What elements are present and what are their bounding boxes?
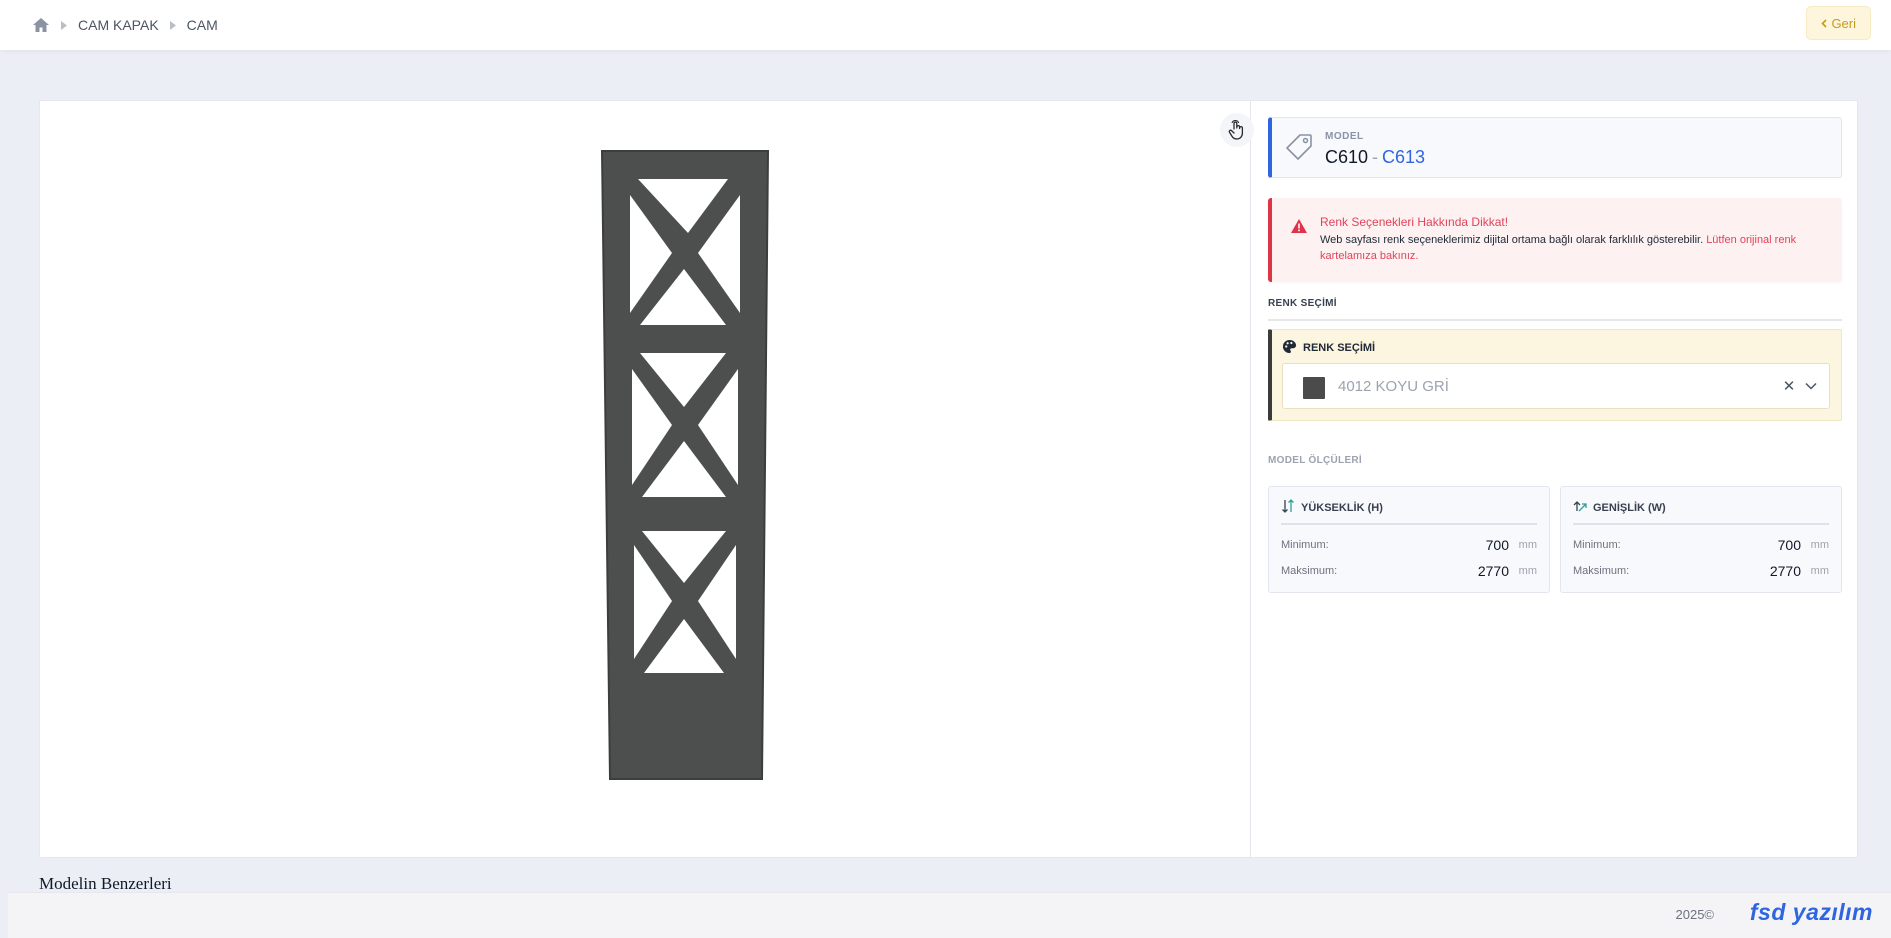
footer: 2025© fsd yazılım <box>8 892 1891 938</box>
width-arrows-icon <box>1573 499 1587 516</box>
tag-icon <box>1284 132 1314 162</box>
width-min-label: Minimum: <box>1573 539 1621 551</box>
model-card: MODEL C610- C613 Renk Seçenekleri Hakkınd… <box>39 100 1858 858</box>
brand-logo[interactable]: fsd yazılım <box>1750 899 1873 926</box>
breadcrumb-cam[interactable]: CAM <box>187 17 218 33</box>
footer-year: 2025© <box>1675 907 1715 922</box>
model-separator: - <box>1372 147 1379 167</box>
model-alt-code: C613 <box>1382 147 1426 167</box>
dimensions-row: YÜKSEKLİK (H) Minimum: 700 mm Maksimum: … <box>1268 486 1842 593</box>
height-min-label: Minimum: <box>1281 539 1329 551</box>
width-card: GENİŞLİK (W) Minimum: 700 mm Maksimum: 2… <box>1560 486 1842 593</box>
breadcrumb-cam-kapak[interactable]: CAM KAPAK <box>78 17 159 33</box>
height-min-row: Minimum: 700 mm <box>1281 537 1537 553</box>
color-warning-alert: Renk Seçenekleri Hakkında Dikkat! Web sa… <box>1268 198 1842 282</box>
width-min-row: Minimum: 700 mm <box>1573 537 1829 553</box>
chevron-right-icon <box>60 20 68 30</box>
dimensions-label: MODEL ÖLÇÜLERİ <box>1268 455 1363 466</box>
door-panel-image <box>600 150 770 780</box>
model-name: C610- C613 <box>1325 147 1425 168</box>
chevron-right-icon <box>169 20 177 30</box>
color-selection-title: RENK SEÇİMİ <box>1303 342 1376 354</box>
breadcrumb: CAM KAPAK CAM <box>32 16 218 34</box>
height-card: YÜKSEKLİK (H) Minimum: 700 mm Maksimum: … <box>1268 486 1550 593</box>
clear-icon[interactable]: ✕ <box>1780 376 1798 396</box>
color-section-label: RENK SEÇİMİ <box>1268 298 1842 321</box>
width-min-unit: mm <box>1810 539 1829 551</box>
height-min-value: 700 <box>1485 537 1509 553</box>
color-swatch <box>1303 377 1325 399</box>
height-max-value: 2770 <box>1477 563 1509 579</box>
model-code: C610 <box>1325 147 1369 167</box>
height-max-row: Maksimum: 2770 mm <box>1281 563 1537 579</box>
model-viewer[interactable] <box>40 101 1254 857</box>
back-button[interactable]: Geri <box>1806 6 1871 40</box>
height-title: YÜKSEKLİK (H) <box>1301 501 1383 514</box>
width-max-unit: mm <box>1810 565 1829 577</box>
home-icon[interactable] <box>32 16 50 34</box>
touch-hand-icon[interactable] <box>1220 113 1254 147</box>
warning-title: Renk Seçenekleri Hakkında Dikkat! <box>1320 215 1509 229</box>
width-title: GENİŞLİK (W) <box>1593 501 1666 514</box>
back-button-label: Geri <box>1831 15 1856 31</box>
palette-icon <box>1282 339 1297 357</box>
chevron-left-icon <box>1821 16 1828 31</box>
similar-models-title: Modelin Benzerleri <box>39 874 172 893</box>
color-select-dropdown[interactable]: 4012 KOYU GRİ ✕ <box>1282 363 1830 409</box>
width-max-value: 2770 <box>1769 563 1801 579</box>
height-header: YÜKSEKLİK (H) <box>1281 499 1537 525</box>
width-max-label: Maksimum: <box>1573 565 1630 577</box>
width-header: GENİŞLİK (W) <box>1573 499 1829 525</box>
height-max-unit: mm <box>1518 565 1537 577</box>
height-min-unit: mm <box>1518 539 1537 551</box>
color-selection-box: RENK SEÇİMİ 4012 KOYU GRİ ✕ <box>1268 329 1842 421</box>
height-arrows-icon <box>1281 499 1295 516</box>
selected-color-value: 4012 KOYU GRİ <box>1338 378 1449 395</box>
chevron-down-icon[interactable] <box>1803 378 1819 394</box>
top-bar: CAM KAPAK CAM Geri <box>0 0 1891 50</box>
width-max-row: Maksimum: 2770 mm <box>1573 563 1829 579</box>
model-caption: MODEL <box>1325 131 1364 142</box>
warning-text: Web sayfası renk seçeneklerimiz dijital … <box>1320 232 1830 264</box>
width-min-value: 700 <box>1777 537 1801 553</box>
height-max-label: Maksimum: <box>1281 565 1338 577</box>
warning-body: Web sayfası renk seçeneklerimiz dijital … <box>1320 234 1704 246</box>
warning-triangle-icon <box>1290 218 1308 234</box>
model-info-panel: MODEL C610- C613 Renk Seçenekleri Hakkınd… <box>1268 117 1842 593</box>
model-info-box: MODEL C610- C613 <box>1268 117 1842 178</box>
color-selection-header: RENK SEÇİMİ <box>1282 339 1375 357</box>
